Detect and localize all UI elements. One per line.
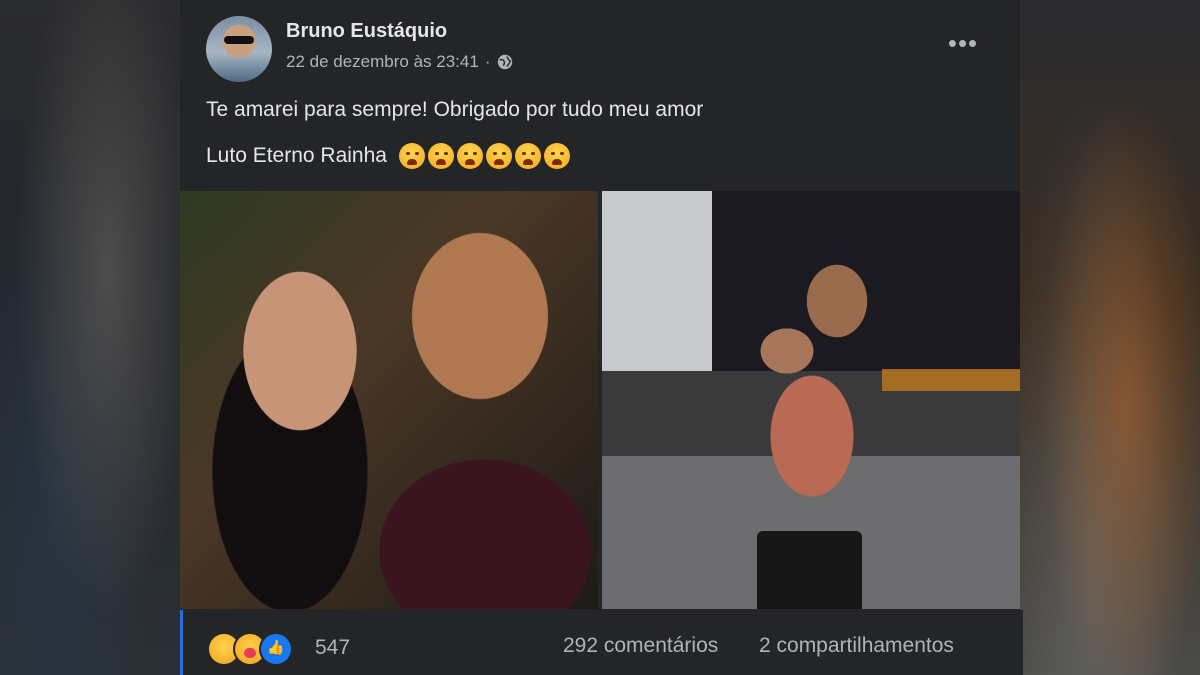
- crying-face-icon: [456, 143, 483, 169]
- comments-count-link[interactable]: 292 comentários: [563, 634, 718, 658]
- post-photo-couple[interactable]: [602, 191, 1020, 609]
- post-meta: 22 de dezembro às 23:41 ·: [286, 52, 514, 72]
- meta-separator: ·: [484, 52, 491, 71]
- shares-count-link[interactable]: 2 compartilhamentos: [759, 634, 954, 658]
- blurred-background-left: [0, 0, 180, 675]
- photo-figure-detail: [757, 531, 862, 609]
- facebook-post-card: Bruno Eustáquio 22 de dezembro às 23:41 …: [180, 0, 1023, 675]
- background-light-band: [882, 369, 1020, 391]
- post-text-line-2-label: Luto Eterno Rainha: [206, 144, 387, 167]
- crying-face-icon: [427, 143, 454, 169]
- crying-face-icon: [398, 143, 425, 169]
- like-reaction-icon: [259, 632, 293, 666]
- emoji-row: [398, 143, 570, 169]
- crying-face-icon: [514, 143, 541, 169]
- post-timestamp[interactable]: 22 de dezembro às 23:41: [286, 52, 479, 72]
- crying-face-icon: [485, 143, 512, 169]
- post-footer: 547 292 comentários 2 compartilhamentos: [180, 610, 1023, 675]
- post-text-line-1: Te amarei para sempre! Obrigado por tudo…: [206, 98, 704, 121]
- crying-face-icon: [543, 143, 570, 169]
- author-name[interactable]: Bruno Eustáquio: [286, 20, 447, 43]
- post-text-line-2: Luto Eterno Rainha: [206, 143, 570, 169]
- globe-icon: [498, 54, 513, 70]
- post-photo-selfie[interactable]: [180, 191, 598, 609]
- author-avatar[interactable]: [206, 16, 272, 82]
- blurred-background-right: [1020, 0, 1200, 675]
- reaction-count[interactable]: 547: [315, 636, 350, 660]
- more-options-button[interactable]: •••: [938, 28, 988, 62]
- reaction-icons[interactable]: [207, 632, 293, 666]
